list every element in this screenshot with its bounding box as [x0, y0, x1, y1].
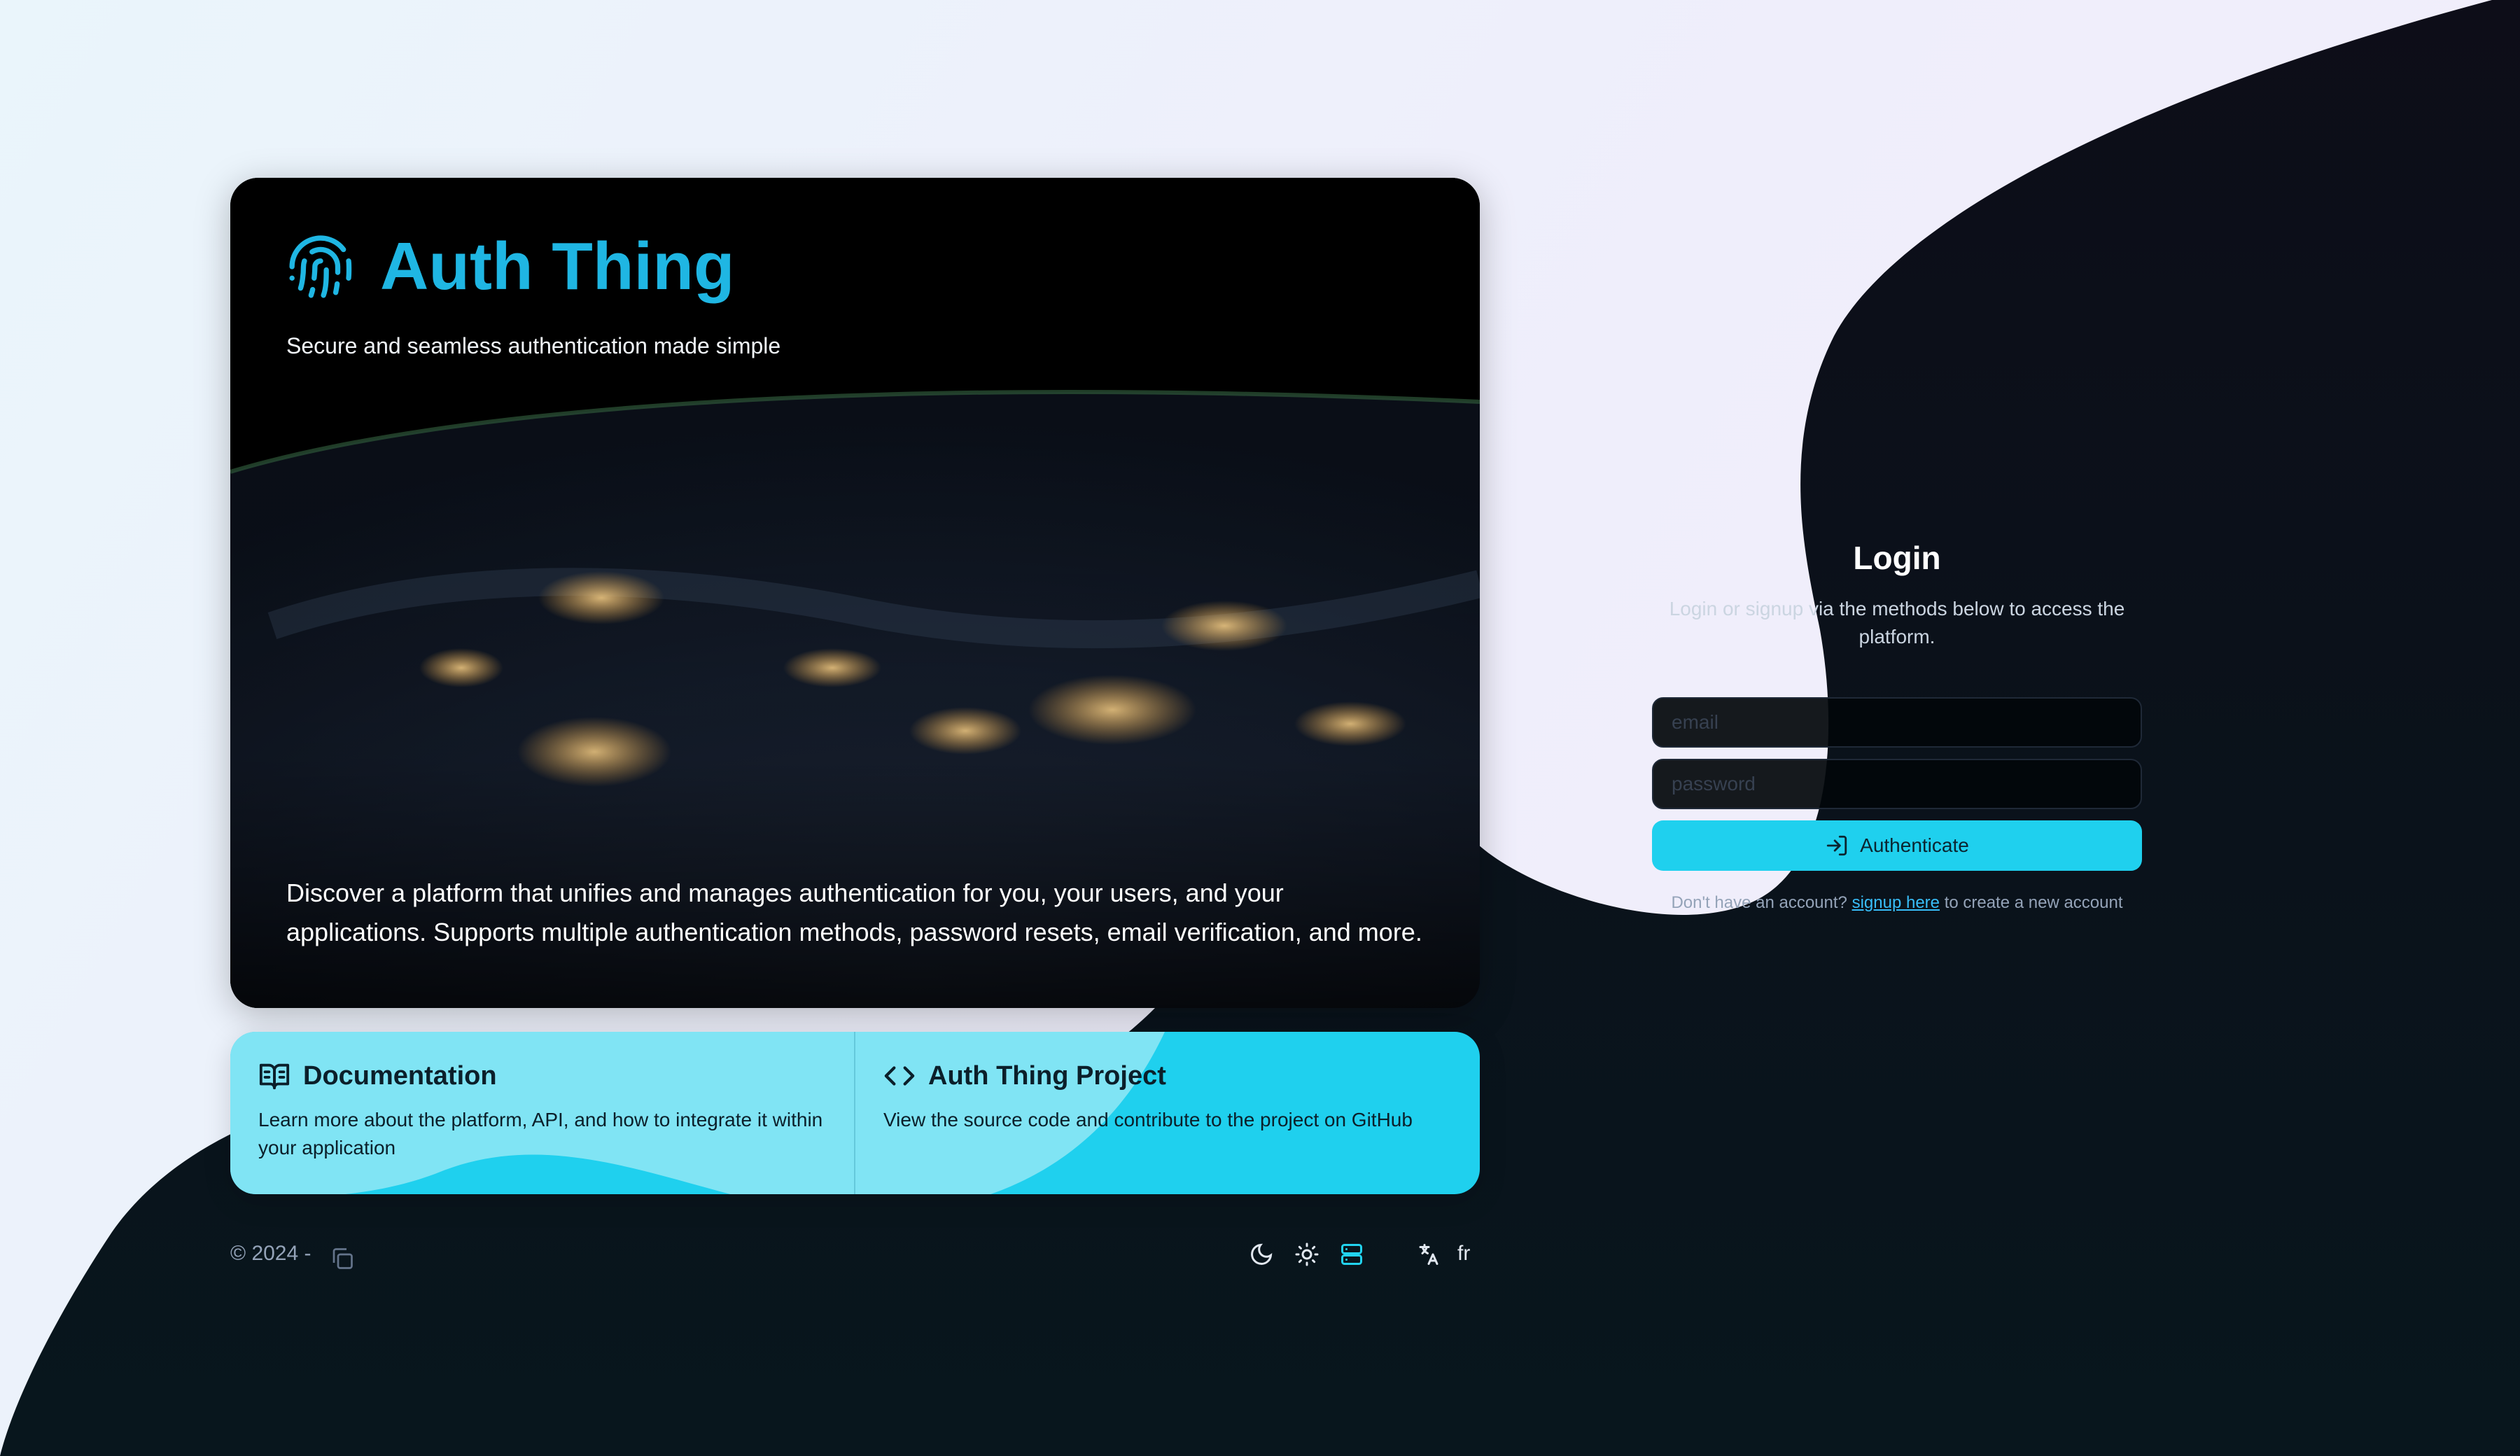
- project-link[interactable]: Auth Thing Project View the source code …: [855, 1032, 1480, 1194]
- language-code[interactable]: fr: [1457, 1242, 1470, 1266]
- fingerprint-icon: [289, 235, 352, 298]
- signup-suffix: to create a new account: [1944, 893, 2123, 912]
- email-field[interactable]: [1652, 697, 2142, 748]
- book-open-icon: [259, 1063, 290, 1090]
- translate-icon[interactable]: [1416, 1242, 1441, 1267]
- moon-icon[interactable]: [1249, 1242, 1274, 1267]
- hero-card: Auth Thing Secure and seamless authentic…: [230, 178, 1480, 1008]
- footer: © 2024 - fr: [230, 1236, 1480, 1278]
- hero-description: Discover a platform that unifies and man…: [286, 878, 1422, 946]
- password-field[interactable]: [1652, 759, 2142, 809]
- brand: Auth Thing: [286, 228, 734, 305]
- documentation-title: Documentation: [303, 1060, 497, 1091]
- signup-link[interactable]: signup here: [1852, 893, 1940, 912]
- tagline: Secure and seamless authentication made …: [286, 333, 781, 358]
- project-description: View the source code and contribute to t…: [883, 1109, 1413, 1130]
- documentation-link[interactable]: Documentation Learn more about the platf…: [230, 1032, 855, 1194]
- copy-icon[interactable]: [330, 1246, 355, 1271]
- code-icon: [884, 1066, 915, 1086]
- signup-line: Don't have an account? signup here to cr…: [1652, 893, 2142, 913]
- signup-prefix: Don't have an account?: [1671, 893, 1847, 912]
- authenticate-label: Authenticate: [1860, 834, 1969, 856]
- login-arrow-icon: [1826, 835, 1847, 856]
- login-subtitle: Login or signup via the methods below to…: [1669, 598, 2125, 648]
- project-title: Auth Thing Project: [928, 1060, 1166, 1091]
- sun-icon[interactable]: [1294, 1242, 1320, 1267]
- authenticate-button[interactable]: Authenticate: [1652, 820, 2142, 871]
- links-card: Documentation Learn more about the platf…: [230, 1032, 1480, 1194]
- monitor-icon[interactable]: [1339, 1242, 1364, 1267]
- documentation-description: Learn more about the platform, API, and …: [258, 1109, 823, 1158]
- copyright: © 2024 -: [230, 1242, 312, 1265]
- login-panel: Login Login or signup via the methods be…: [1652, 539, 2142, 912]
- login-title: Login: [1853, 540, 1941, 576]
- brand-title: Auth Thing: [380, 229, 735, 304]
